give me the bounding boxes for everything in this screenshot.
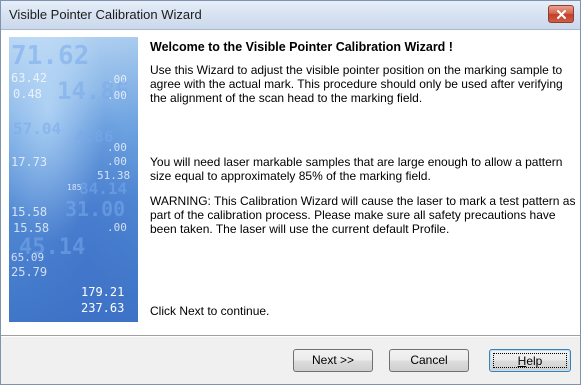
banner-number: 15.58 xyxy=(11,205,48,219)
banner-number: .00 xyxy=(107,155,127,168)
help-label: elp xyxy=(526,354,543,368)
wizard-banner-image: 71.62 .00 63.42 14.86 0.48 .00 57.04 4.8… xyxy=(9,37,138,322)
banner-number: .00 xyxy=(107,89,127,102)
close-icon xyxy=(557,10,566,19)
banner-number: 0.48 xyxy=(13,87,42,101)
warning-paragraph: WARNING: This Calibration Wizard will ca… xyxy=(150,194,576,236)
title-bar[interactable]: Visible Pointer Calibration Wizard xyxy=(1,1,580,30)
wizard-heading: Welcome to the Visible Pointer Calibrati… xyxy=(150,40,453,54)
cancel-button[interactable]: Cancel xyxy=(389,349,469,372)
banner-number: 25.79 xyxy=(11,265,48,279)
samples-paragraph: You will need laser markable samples tha… xyxy=(150,155,563,183)
banner-number: 71.62 xyxy=(11,41,90,71)
banner-number: .00 xyxy=(107,141,127,154)
button-bar: Next >> Cancel Help xyxy=(1,337,580,384)
banner-number: 17.73 xyxy=(11,155,48,169)
banner-number: 237.63 xyxy=(81,301,125,315)
banner-number: 57.04 xyxy=(13,119,62,138)
wizard-window: Visible Pointer Calibration Wizard 71.62… xyxy=(0,0,581,385)
banner-number: 179.21 xyxy=(81,285,125,299)
continue-instruction: Click Next to continue. xyxy=(150,304,270,318)
banner-number: 15.58 xyxy=(13,221,50,235)
banner-number: 84.14 xyxy=(79,179,128,198)
help-button[interactable]: Help xyxy=(489,349,571,372)
intro-paragraph: Use this Wizard to adjust the visible po… xyxy=(150,63,563,105)
focus-rectangle: Help xyxy=(493,353,567,368)
banner-number: .00 xyxy=(107,221,127,234)
banner-number: 31.00 xyxy=(65,197,126,221)
banner-number: 65.09 xyxy=(11,251,45,264)
close-button[interactable] xyxy=(548,5,574,23)
next-button[interactable]: Next >> xyxy=(293,349,373,372)
window-title: Visible Pointer Calibration Wizard xyxy=(9,7,202,22)
banner-number: 63.42 xyxy=(11,71,48,85)
